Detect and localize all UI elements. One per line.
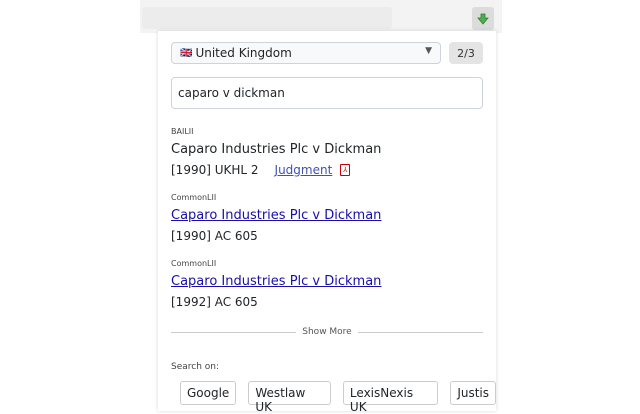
result-title-link[interactable]: Caparo Industries Plc v Dickman xyxy=(171,207,381,225)
country-select[interactable]: 🇬🇧 United Kingdom ▼ xyxy=(171,42,441,64)
chevron-down-icon: ▼ xyxy=(425,46,432,56)
flag-icon: 🇬🇧 xyxy=(180,48,192,59)
search-google-button[interactable]: Google xyxy=(180,381,236,405)
address-bar[interactable] xyxy=(142,7,392,29)
result-source: CommonLII xyxy=(171,193,381,202)
result-item: BAILII Caparo Industries Plc v Dickman [… xyxy=(171,127,381,177)
result-item: CommonLII Caparo Industries Plc v Dickma… xyxy=(171,259,381,309)
result-citation: [1992] AC 605 xyxy=(171,295,258,309)
browser-toolbar xyxy=(140,0,502,33)
extension-popup: 🇬🇧 United Kingdom ▼ 2/3 BAILII Caparo In… xyxy=(158,31,496,411)
download-arrow-icon xyxy=(477,13,489,25)
result-source: CommonLII xyxy=(171,259,381,268)
result-citation: [1990] UKHL 2 xyxy=(171,163,259,177)
search-justis-button[interactable]: Justis xyxy=(450,381,496,405)
pdf-icon[interactable]: ⅄ xyxy=(340,164,350,176)
result-citation: [1990] AC 605 xyxy=(171,229,258,243)
search-input[interactable] xyxy=(171,77,483,109)
result-item: CommonLII Caparo Industries Plc v Dickma… xyxy=(171,193,381,243)
search-westlaw-button[interactable]: Westlaw UK xyxy=(248,381,331,405)
result-source: BAILII xyxy=(171,127,381,136)
extension-button[interactable] xyxy=(472,7,494,30)
search-on-label: Search on: xyxy=(171,362,219,372)
result-title-link[interactable]: Caparo Industries Plc v Dickman xyxy=(171,273,381,291)
search-lexisnexis-button[interactable]: LexisNexis UK xyxy=(343,381,438,405)
page-indicator[interactable]: 2/3 xyxy=(449,42,483,64)
country-label: United Kingdom xyxy=(195,46,291,60)
result-title: Caparo Industries Plc v Dickman xyxy=(171,141,381,159)
show-more-button[interactable]: Show More xyxy=(296,327,357,337)
judgment-link[interactable]: Judgment xyxy=(275,163,333,177)
show-more-divider: Show More xyxy=(171,327,483,337)
